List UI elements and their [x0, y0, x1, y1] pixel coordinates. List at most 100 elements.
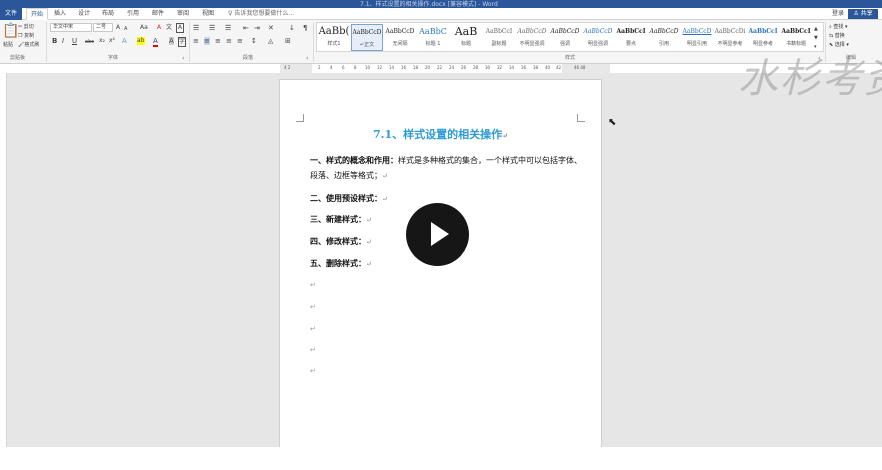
- char-shading-icon[interactable]: A: [169, 37, 174, 45]
- tell-me-placeholder: 告诉我您想要做什么...: [234, 10, 295, 17]
- tab-view[interactable]: 视图: [200, 8, 216, 20]
- style-item[interactable]: AaBbCcD 强调: [549, 24, 581, 51]
- crop-mark: [577, 114, 585, 122]
- style-item[interactable]: AaBbCcI 要点: [615, 24, 647, 51]
- style-item[interactable]: AaBbCcD 无间隔: [384, 24, 416, 51]
- paragraph-mark: ↵: [366, 238, 372, 246]
- phonetic-icon[interactable]: 文: [166, 24, 172, 32]
- subscript-button[interactable]: x₂: [99, 37, 105, 45]
- style-preview: AaBbCcI: [748, 28, 778, 35]
- style-item[interactable]: AaBbCcD 明显引用: [681, 24, 713, 51]
- tab-mailings[interactable]: 邮件: [150, 8, 166, 20]
- empty-paragraph-mark: ↵: [310, 346, 316, 354]
- highlight-icon[interactable]: ab: [137, 37, 145, 45]
- ruler-tick: 38: [533, 65, 539, 70]
- style-item[interactable]: AaBbCcD 明显强调: [582, 24, 614, 51]
- strikethrough-button[interactable]: abc: [85, 38, 94, 46]
- shading-icon[interactable]: ◬: [268, 37, 273, 45]
- style-preview: AaBbCcDi: [714, 28, 746, 35]
- chinese-layout-icon[interactable]: ✕: [268, 24, 274, 32]
- cut-button[interactable]: ✂ 剪切: [18, 23, 34, 30]
- numbering-icon[interactable]: ☰: [209, 24, 215, 32]
- style-item[interactable]: AaBbCcD ↵正文: [351, 24, 383, 51]
- align-center-icon[interactable]: ≡: [204, 37, 210, 45]
- style-item[interactable]: AaBb(样式1: [318, 24, 350, 51]
- paste-label[interactable]: 粘贴: [3, 41, 13, 48]
- enclose-char-icon[interactable]: 字: [178, 37, 187, 47]
- style-preview: AaBbCcI: [485, 28, 513, 35]
- show-marks-icon[interactable]: ¶: [303, 24, 307, 32]
- tab-insert[interactable]: 插入: [52, 8, 68, 20]
- group-divider: [46, 22, 47, 62]
- line-spacing-icon[interactable]: ↕: [251, 37, 257, 45]
- shrink-font-icon[interactable]: A: [124, 25, 127, 33]
- style-item[interactable]: AaBbCcD 引用: [648, 24, 680, 51]
- ruler-tick: 10: [365, 65, 371, 70]
- sort-icon[interactable]: ↓: [289, 24, 295, 32]
- style-preview: AaBbCcD: [649, 28, 679, 35]
- ruler-tick: 22: [437, 65, 443, 70]
- superscript-button[interactable]: x²: [109, 37, 115, 45]
- font-dialog-launcher-icon[interactable]: ⌟: [182, 53, 184, 61]
- align-left-icon[interactable]: ≡: [193, 37, 199, 45]
- text-effects-icon[interactable]: A: [122, 37, 127, 45]
- login-link[interactable]: 登录: [832, 8, 844, 20]
- tab-design[interactable]: 设计: [76, 8, 92, 20]
- align-right-icon[interactable]: ≡: [215, 37, 221, 45]
- find-button[interactable]: ⌕ 查找 ▾: [829, 23, 848, 30]
- font-size-combo[interactable]: 二号: [93, 23, 113, 32]
- distributed-icon[interactable]: ≡: [237, 37, 243, 45]
- paragraph-dialog-launcher-icon[interactable]: ⌟: [306, 53, 308, 61]
- ruler-tick: 8: [354, 65, 357, 70]
- style-item[interactable]: AaBbCcI 副标题: [483, 24, 515, 51]
- char-border-icon[interactable]: A: [176, 23, 185, 33]
- copy-button[interactable]: ❐ 复制: [18, 32, 34, 39]
- multilevel-list-icon[interactable]: ☰: [225, 24, 231, 32]
- style-name: 强调: [559, 41, 570, 47]
- ruler-tick: 36: [521, 65, 527, 70]
- style-item[interactable]: AaBbCcD 不明显强调: [516, 24, 548, 51]
- italic-button[interactable]: I: [62, 37, 64, 45]
- style-preview: AaBbCcD: [682, 28, 712, 35]
- ribbon-tabs: 文件 开始 插入 设计 布局 引用 邮件 审阅 视图 ♀ 告诉我您想要做什么..…: [0, 8, 882, 20]
- style-item[interactable]: AaBbC 标题 1: [417, 24, 449, 51]
- replace-button[interactable]: ⇆ 替换: [829, 32, 845, 39]
- grow-font-icon[interactable]: A: [116, 24, 120, 32]
- paragraph-1: 一、样式的概念和作用：样式是多种格式的集合，一个样式中可以包括字体、段落、边框等…: [310, 153, 585, 184]
- increase-indent-icon[interactable]: ⇥: [254, 24, 260, 32]
- gallery-down-icon[interactable]: ▼: [814, 34, 818, 42]
- change-case-icon[interactable]: Aa: [140, 24, 148, 32]
- style-name: 明显引用: [686, 41, 707, 47]
- horizontal-ruler[interactable]: 4 2 2 4 6 8 10 12 14 16 18 20 22 24 26 2…: [280, 64, 610, 73]
- tab-references[interactable]: 引用: [125, 8, 141, 20]
- group-divider: [313, 22, 314, 62]
- tab-home[interactable]: 开始: [26, 8, 48, 20]
- ruler-tick: 34: [509, 65, 515, 70]
- tab-layout[interactable]: 布局: [100, 8, 116, 20]
- paste-icon[interactable]: 📋: [2, 24, 19, 38]
- tell-me-box[interactable]: ♀ 告诉我您想要做什么...: [228, 8, 294, 20]
- tab-review[interactable]: 审阅: [175, 8, 191, 20]
- format-painter-button[interactable]: 🖌格式刷: [18, 41, 39, 48]
- style-name: 明显强调: [587, 41, 608, 47]
- font-name-combo[interactable]: 华文中宋: [50, 23, 92, 32]
- bullets-icon[interactable]: ☰: [193, 24, 199, 32]
- underline-button[interactable]: U: [72, 37, 77, 45]
- document-page[interactable]: 7.1、样式设置的相关操作↵ 一、样式的概念和作用：样式是多种格式的集合，一个样…: [279, 79, 602, 470]
- clear-format-icon[interactable]: A: [157, 24, 161, 32]
- style-item[interactable]: AaB 标题: [450, 24, 482, 51]
- borders-icon[interactable]: ⊞: [285, 37, 291, 45]
- document-heading: 7.1、样式设置的相关操作↵: [280, 126, 601, 142]
- video-play-button[interactable]: [406, 203, 469, 266]
- vertical-ruler[interactable]: [0, 73, 7, 447]
- font-color-icon[interactable]: A: [153, 37, 158, 47]
- justify-icon[interactable]: ≡: [226, 37, 232, 45]
- decrease-indent-icon[interactable]: ⇤: [243, 24, 249, 32]
- share-button[interactable]: ♙ 共享: [848, 9, 878, 19]
- tab-file[interactable]: 文件: [0, 8, 22, 20]
- ruler-tick: 26: [461, 65, 467, 70]
- style-name: 引用: [658, 41, 669, 47]
- bold-button[interactable]: B: [52, 37, 57, 45]
- gallery-up-icon[interactable]: ▲: [814, 25, 818, 33]
- share-label: 共享: [860, 10, 873, 17]
